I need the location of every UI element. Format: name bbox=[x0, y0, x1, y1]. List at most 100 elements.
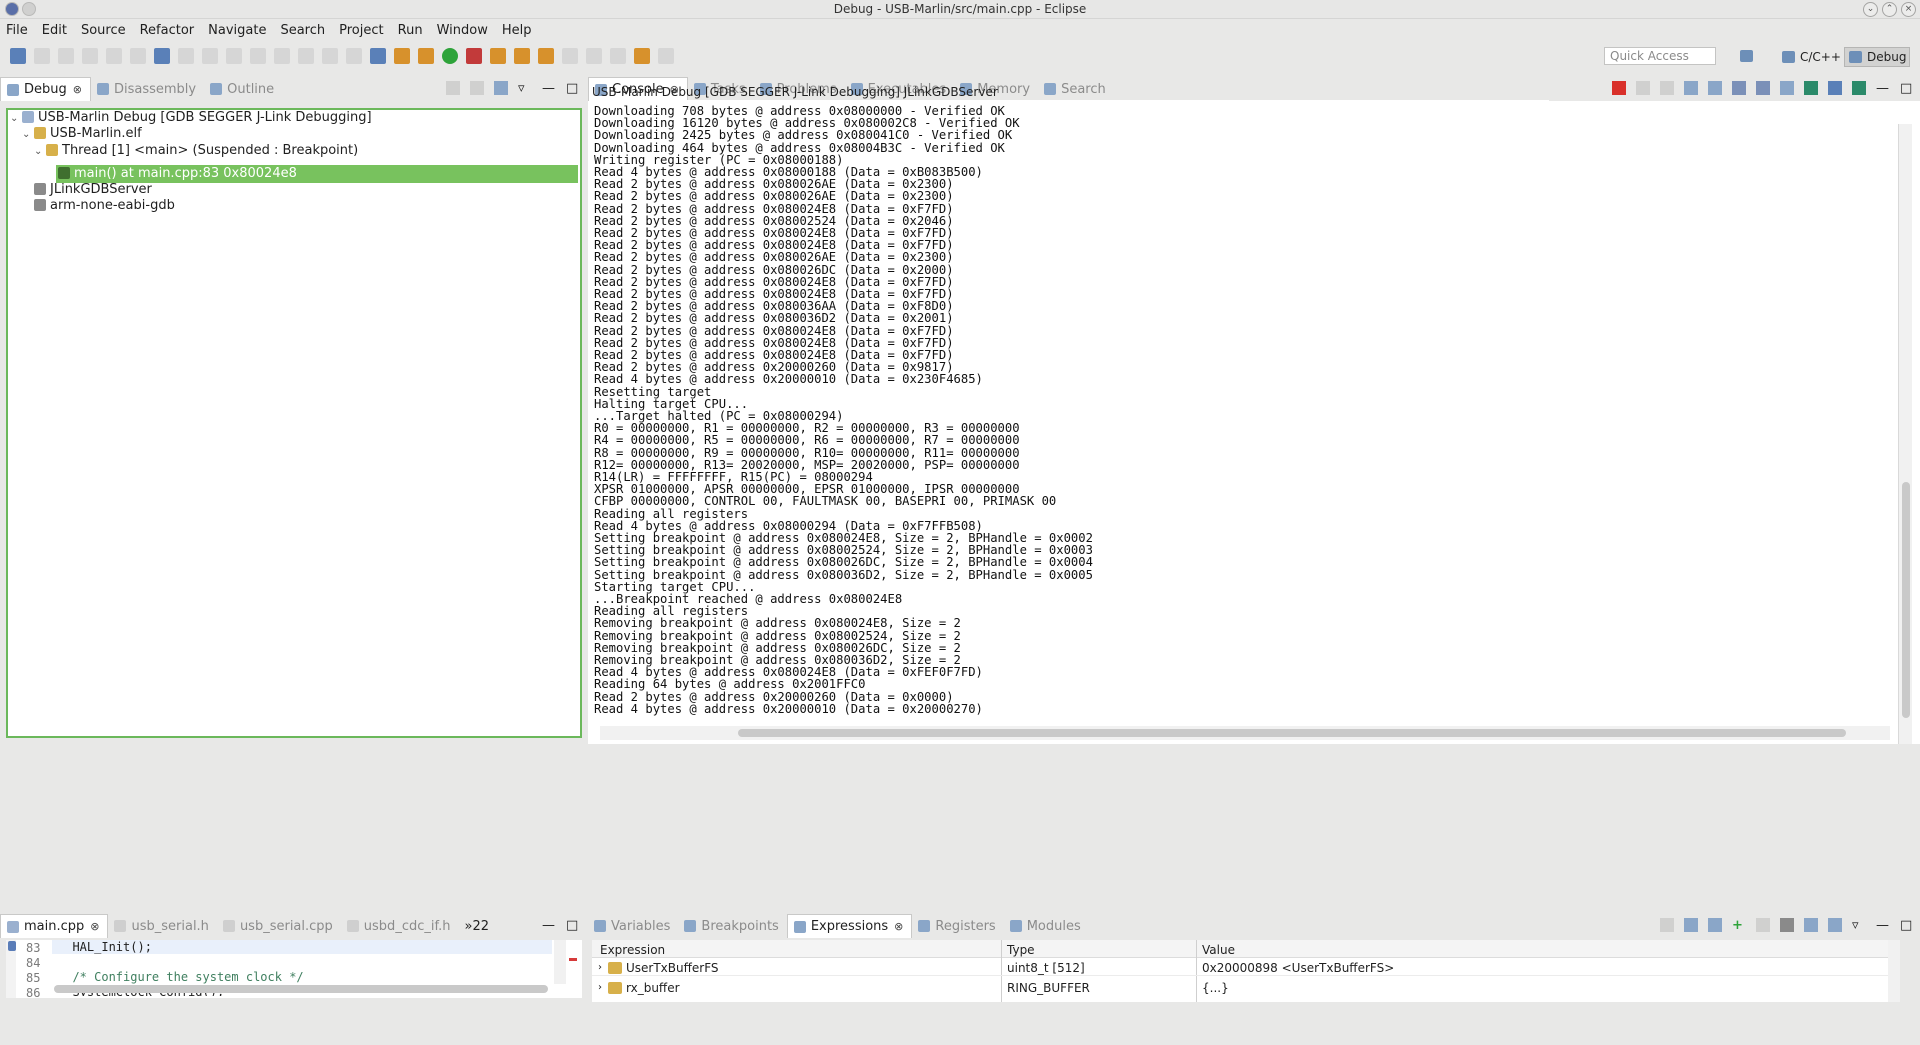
maximize-view-icon[interactable]: □ bbox=[1900, 81, 1914, 96]
minimize-view-icon[interactable]: — bbox=[542, 918, 556, 933]
resume-icon[interactable] bbox=[178, 48, 194, 64]
remove-all-icon[interactable] bbox=[1660, 81, 1674, 95]
menu-search[interactable]: Search bbox=[280, 23, 325, 38]
print-icon[interactable] bbox=[82, 48, 98, 64]
expand-icon[interactable]: › bbox=[598, 960, 602, 976]
tab-usb-serial-h[interactable]: usb_serial.h bbox=[108, 914, 216, 938]
console-horizontal-scrollbar[interactable] bbox=[600, 726, 1890, 740]
menu-window[interactable]: Window bbox=[437, 23, 488, 38]
show-logical-structure-icon[interactable] bbox=[1684, 918, 1698, 932]
back-icon[interactable] bbox=[634, 48, 650, 64]
clear-console-icon[interactable] bbox=[1684, 81, 1698, 95]
next-annotation-icon[interactable] bbox=[562, 48, 578, 64]
tree-gdb[interactable]: arm-none-eabi-gdb bbox=[34, 198, 175, 214]
maximize-button[interactable]: ⌃ bbox=[1882, 2, 1897, 17]
debug-config-icon[interactable] bbox=[394, 48, 410, 64]
prev-annotation-icon[interactable] bbox=[586, 48, 602, 64]
close-icon[interactable]: ⊗ bbox=[73, 83, 82, 96]
console-vertical-scrollbar[interactable] bbox=[1898, 124, 1912, 744]
editor-vertical-scrollbar[interactable] bbox=[554, 940, 566, 984]
tab-breakpoints[interactable]: Breakpoints bbox=[678, 914, 786, 938]
view-menu-icon[interactable]: ▿ bbox=[518, 81, 532, 96]
collapse-icon[interactable]: ⌄ bbox=[10, 111, 22, 127]
tab-modules[interactable]: Modules bbox=[1004, 914, 1089, 938]
new-console-icon[interactable] bbox=[1852, 81, 1866, 95]
collapse-all-icon[interactable] bbox=[446, 81, 460, 95]
minimize-view-icon[interactable]: — bbox=[1876, 918, 1890, 933]
editor-hscroll-thumb[interactable] bbox=[54, 985, 548, 993]
save-icon[interactable] bbox=[34, 48, 50, 64]
run-icon[interactable] bbox=[442, 48, 458, 64]
tab-overflow[interactable]: »22 bbox=[458, 914, 497, 938]
last-edit-icon[interactable] bbox=[610, 48, 626, 64]
terminate-icon[interactable] bbox=[226, 48, 242, 64]
menu-run[interactable]: Run bbox=[398, 23, 423, 38]
code-line[interactable]: HAL_Init(); bbox=[58, 941, 151, 953]
minimize-button[interactable]: ⌄ bbox=[1863, 2, 1878, 17]
step-over-icon[interactable] bbox=[298, 48, 314, 64]
tab-disassembly[interactable]: Disassembly bbox=[91, 77, 204, 101]
close-button[interactable]: × bbox=[1901, 2, 1916, 17]
instruction-stepping-icon[interactable] bbox=[370, 48, 386, 64]
column-header-expression[interactable]: Expression bbox=[600, 943, 665, 958]
code-line[interactable]: /* Configure the system clock */ bbox=[58, 971, 303, 983]
tab-usbd-cdc-if-h[interactable]: usbd_cdc_if.h bbox=[341, 914, 459, 938]
column-header-value[interactable]: Value bbox=[1202, 943, 1235, 958]
show-type-names-icon[interactable] bbox=[1660, 918, 1674, 932]
view-menu-icon[interactable]: ▿ bbox=[1852, 918, 1866, 933]
tab-outline[interactable]: Outline bbox=[204, 77, 282, 101]
menu-help[interactable]: Help bbox=[502, 23, 532, 38]
layout-icon[interactable] bbox=[1804, 918, 1818, 932]
menu-source[interactable]: Source bbox=[81, 23, 126, 38]
scroll-lock-icon[interactable] bbox=[1708, 81, 1722, 95]
step-filter-icon[interactable] bbox=[494, 81, 508, 95]
build-icon[interactable] bbox=[106, 48, 122, 64]
search-tool-icon[interactable] bbox=[538, 48, 554, 64]
forward-icon[interactable] bbox=[658, 48, 674, 64]
menu-project[interactable]: Project bbox=[339, 23, 383, 38]
show-on-stdout-icon[interactable] bbox=[1732, 81, 1746, 95]
tab-expressions[interactable]: Expressions ⊗ bbox=[786, 914, 913, 938]
collapse-all-icon[interactable] bbox=[1708, 918, 1722, 932]
open-perspective-icon[interactable] bbox=[1736, 47, 1753, 67]
tab-usb-serial-cpp[interactable]: usb_serial.cpp bbox=[217, 914, 341, 938]
expand-icon[interactable]: › bbox=[598, 980, 602, 996]
expressions-vertical-scrollbar[interactable] bbox=[1888, 940, 1900, 1002]
remove-expression-icon[interactable] bbox=[1756, 918, 1770, 932]
quick-access-input[interactable]: Quick Access bbox=[1604, 47, 1716, 65]
close-icon[interactable]: ⊗ bbox=[90, 920, 99, 933]
skip-breakpoints-icon[interactable] bbox=[130, 48, 146, 64]
new-icon[interactable] bbox=[10, 48, 26, 64]
remove-launch-icon[interactable] bbox=[1636, 81, 1650, 95]
remove-terminated-icon[interactable] bbox=[154, 48, 170, 64]
tab-debug[interactable]: Debug ⊗ bbox=[0, 77, 91, 101]
minimize-view-icon[interactable]: — bbox=[542, 81, 556, 96]
table-row[interactable]: › rx_buffer RING_BUFFER {...} bbox=[592, 980, 1900, 996]
close-icon[interactable]: ⊗ bbox=[894, 920, 903, 933]
maximize-view-icon[interactable]: □ bbox=[566, 81, 580, 96]
menu-navigate[interactable]: Navigate bbox=[208, 23, 266, 38]
menu-edit[interactable]: Edit bbox=[42, 23, 67, 38]
tab-main-cpp[interactable]: main.cpp ⊗ bbox=[0, 914, 109, 938]
console-hscroll-thumb[interactable] bbox=[738, 729, 1846, 737]
perspective-debug-button[interactable]: Debug bbox=[1844, 47, 1910, 67]
debug-icon[interactable] bbox=[418, 48, 434, 64]
save-all-icon[interactable] bbox=[58, 48, 74, 64]
tree-launch[interactable]: ⌄ USB-Marlin Debug [GDB SEGGER J-Link Deb… bbox=[10, 110, 372, 126]
table-row[interactable]: › UserTxBufferFS uint8_t [512] 0x2000089… bbox=[592, 960, 1900, 976]
external-tools-icon[interactable] bbox=[466, 48, 482, 64]
open-type-icon[interactable] bbox=[490, 48, 506, 64]
menu-file[interactable]: File bbox=[6, 23, 28, 38]
menu-refactor[interactable]: Refactor bbox=[140, 23, 195, 38]
step-into-icon[interactable] bbox=[274, 48, 290, 64]
remove-all-expressions-icon[interactable] bbox=[1780, 918, 1794, 932]
step-return-icon[interactable] bbox=[322, 48, 338, 64]
maximize-view-icon[interactable]: □ bbox=[1900, 918, 1914, 933]
maximize-view-icon[interactable]: □ bbox=[566, 918, 580, 933]
display-console-icon[interactable] bbox=[1804, 81, 1818, 95]
minimize-view-icon[interactable]: — bbox=[1876, 81, 1890, 96]
tree-gdbserver[interactable]: JLinkGDBServer bbox=[34, 182, 152, 198]
console-scroll-thumb[interactable] bbox=[1902, 482, 1910, 718]
suspend-icon[interactable] bbox=[202, 48, 218, 64]
open-console-icon[interactable] bbox=[1828, 81, 1842, 95]
